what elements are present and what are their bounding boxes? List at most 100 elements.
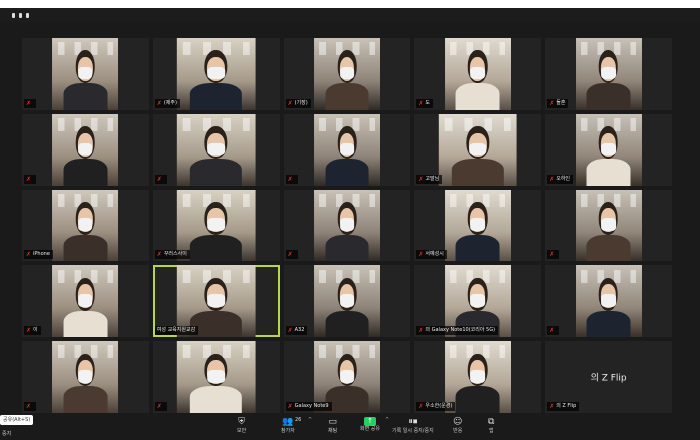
participants-button[interactable]: 👥 26 참가자 — [281, 417, 301, 439]
mic-muted-icon: ✗ — [287, 175, 293, 183]
participant-name-label: ✗ 의 Z Flip — [547, 402, 580, 411]
participant-video — [52, 113, 119, 186]
mic-muted-icon: ✗ — [156, 175, 162, 183]
participant-tile[interactable]: ✗ — [22, 113, 149, 186]
participant-name: (기장) — [294, 99, 308, 106]
participant-tile[interactable]: ✗ 꾸러스사이 — [152, 189, 280, 262]
security-button[interactable]: ⛨ 보안 — [237, 417, 246, 439]
participant-tile[interactable]: ✗ — [22, 38, 149, 110]
mic-muted-icon: ✗ — [287, 327, 293, 335]
mic-muted-icon: ✗ — [287, 99, 293, 107]
participant-center-name: 의 Z Flip — [590, 373, 627, 384]
participant-name-label: ✗ 서예성시 — [416, 250, 447, 260]
participant-tile[interactable]: ✗ — [152, 341, 280, 413]
participant-name-label: ✗ A32 — [285, 326, 308, 336]
participant-video — [314, 189, 380, 262]
view-toggle-icon[interactable] — [12, 11, 36, 20]
participant-name: 도 — [425, 99, 431, 106]
participant-name-label: ✗ 의 Galaxy Note10(코리아 5G) — [416, 326, 499, 336]
participant-tile[interactable]: ✗ — [545, 189, 672, 262]
reactions-label: 반응 — [453, 428, 463, 434]
shield-icon: ⛨ — [238, 417, 245, 427]
top-bar — [0, 0, 700, 22]
participant-tile[interactable]: ✗ 고말님 — [414, 113, 542, 186]
participant-tile[interactable]: ✗ — [283, 113, 411, 186]
participant-tile[interactable]: ✗ iPhone — [22, 189, 149, 262]
participant-tile[interactable]: ✗ (기장) — [283, 38, 411, 110]
apps-button[interactable]: ⧉ 앱 — [488, 417, 494, 439]
participant-tile[interactable]: 의 Z Flip ✗ 의 Z Flip — [545, 341, 672, 413]
meeting-toolbar: ⛨ 보안 👥 26 참가자 ^ ▭ 채팅 ↑ 화면 공유 ^ ⏸⏹ 기록 일시 … — [0, 415, 700, 440]
chevron-up-icon[interactable]: ^ — [308, 417, 312, 423]
gallery-grid: ✗ ✗ (제주) ✗ (기장) ✗ 도 ✗ 돌혼 ✗ ✗ ✗ ✗ 고말님 ✗ 오하인 ✗ iPhone ✗ 꾸러스사이… — [22, 38, 672, 413]
mic-muted-icon: ✗ — [287, 251, 293, 259]
stop-label: 중지 — [2, 431, 12, 437]
record-label: 기록 일시 중지/중지 — [392, 428, 434, 434]
mic-muted-icon: ✗ — [418, 327, 424, 335]
share-screen-button[interactable]: ↑ 화면 공유 — [360, 417, 380, 439]
participant-tile[interactable]: ✗ — [545, 265, 672, 338]
participant-tile[interactable]: ✗ 돌혼 — [545, 38, 672, 110]
participant-tile[interactable]: ✗ 도 — [414, 38, 542, 110]
participant-tile[interactable]: ✗ 의 Galaxy Note10(코리아 5G) — [414, 265, 542, 338]
mic-muted-icon: ✗ — [26, 99, 32, 107]
participant-name: iPhone — [33, 251, 50, 258]
participant-video — [176, 113, 256, 186]
participant-tile[interactable]: ✗ 이 — [22, 265, 149, 338]
apps-label: 앱 — [488, 428, 494, 434]
mic-muted-icon: ✗ — [26, 175, 32, 183]
mic-muted-icon: ✗ — [418, 403, 424, 410]
mic-muted-icon: ✗ — [26, 251, 32, 259]
participant-name-label: ✗ — [24, 402, 37, 411]
participant-tile[interactable]: ✗ Galaxy Note9 — [283, 341, 411, 413]
participant-tile[interactable]: 여성 교육지원교감 — [152, 265, 280, 338]
participant-name-label: ✗ — [547, 250, 560, 260]
participant-video — [438, 113, 518, 186]
participant-name-label: ✗ 꾸러스사이 — [154, 250, 190, 260]
share-screen-icon: ↑ — [364, 417, 376, 426]
participant-name: 돌혼 — [556, 99, 566, 106]
participant-video — [575, 113, 642, 186]
mic-muted-icon: ✗ — [549, 99, 555, 107]
participant-video — [575, 38, 642, 110]
mic-muted-icon: ✗ — [156, 403, 162, 410]
participant-name-label: ✗ — [24, 174, 37, 184]
mic-muted-icon: ✗ — [287, 403, 293, 410]
participant-video — [314, 113, 380, 186]
participant-name: 의 Galaxy Note10(코리아 5G) — [425, 327, 496, 334]
mic-muted-icon: ✗ — [549, 403, 555, 410]
participant-video — [52, 189, 119, 262]
participant-tile[interactable]: ✗ 오하인 — [545, 113, 672, 186]
share-shortcut-tooltip: 공유(Alt+S) — [0, 415, 34, 425]
zoom-meeting-window: ✗ ✗ (제주) ✗ (기장) ✗ 도 ✗ 돌혼 ✗ ✗ ✗ ✗ 고말님 ✗ 오하인 ✗ iPhone ✗ 꾸러스사이… — [0, 0, 700, 440]
participant-tile[interactable]: ✗ A32 — [283, 265, 411, 338]
participant-tile[interactable]: ✗ (제주) — [152, 38, 280, 110]
participant-name: 고말님 — [425, 175, 440, 182]
participant-name: 우소한(운경) — [425, 403, 453, 409]
participant-name-label: ✗ — [285, 250, 298, 260]
participant-video — [444, 189, 511, 262]
participant-tile[interactable]: ✗ — [283, 189, 411, 262]
smiley-icon: ☺ — [453, 417, 463, 427]
participant-name-label: ✗ 이 — [24, 326, 41, 336]
participant-tile[interactable]: ✗ 우소한(운경) — [414, 341, 542, 413]
mic-muted-icon: ✗ — [549, 251, 555, 259]
record-button[interactable]: ⏸⏹ 기록 일시 중지/중지 — [392, 417, 434, 439]
chat-button[interactable]: ▭ 채팅 — [328, 417, 337, 439]
participant-video — [314, 38, 380, 110]
participant-video — [575, 189, 642, 262]
reactions-button[interactable]: ☺ 반응 — [453, 417, 462, 439]
share-screen-label: 화면 공유 — [360, 426, 380, 432]
participant-tile[interactable]: ✗ — [152, 113, 280, 186]
apps-icon: ⧉ — [488, 417, 495, 427]
participant-tile[interactable]: ✗ — [22, 341, 149, 413]
participant-name: 의 Z Flip — [556, 403, 577, 409]
chevron-up-icon[interactable]: ^ — [385, 417, 389, 423]
pause-stop-icon: ⏸⏹ — [408, 417, 418, 427]
participant-tile[interactable]: ✗ 서예성시 — [414, 189, 542, 262]
participants-icon: 👥 — [282, 417, 294, 427]
mic-muted-icon: ✗ — [26, 403, 32, 410]
participant-name: 꾸러스사이 — [163, 251, 187, 258]
participant-name-label: ✗ 우소한(운경) — [416, 402, 456, 411]
mic-muted-icon: ✗ — [549, 175, 555, 183]
